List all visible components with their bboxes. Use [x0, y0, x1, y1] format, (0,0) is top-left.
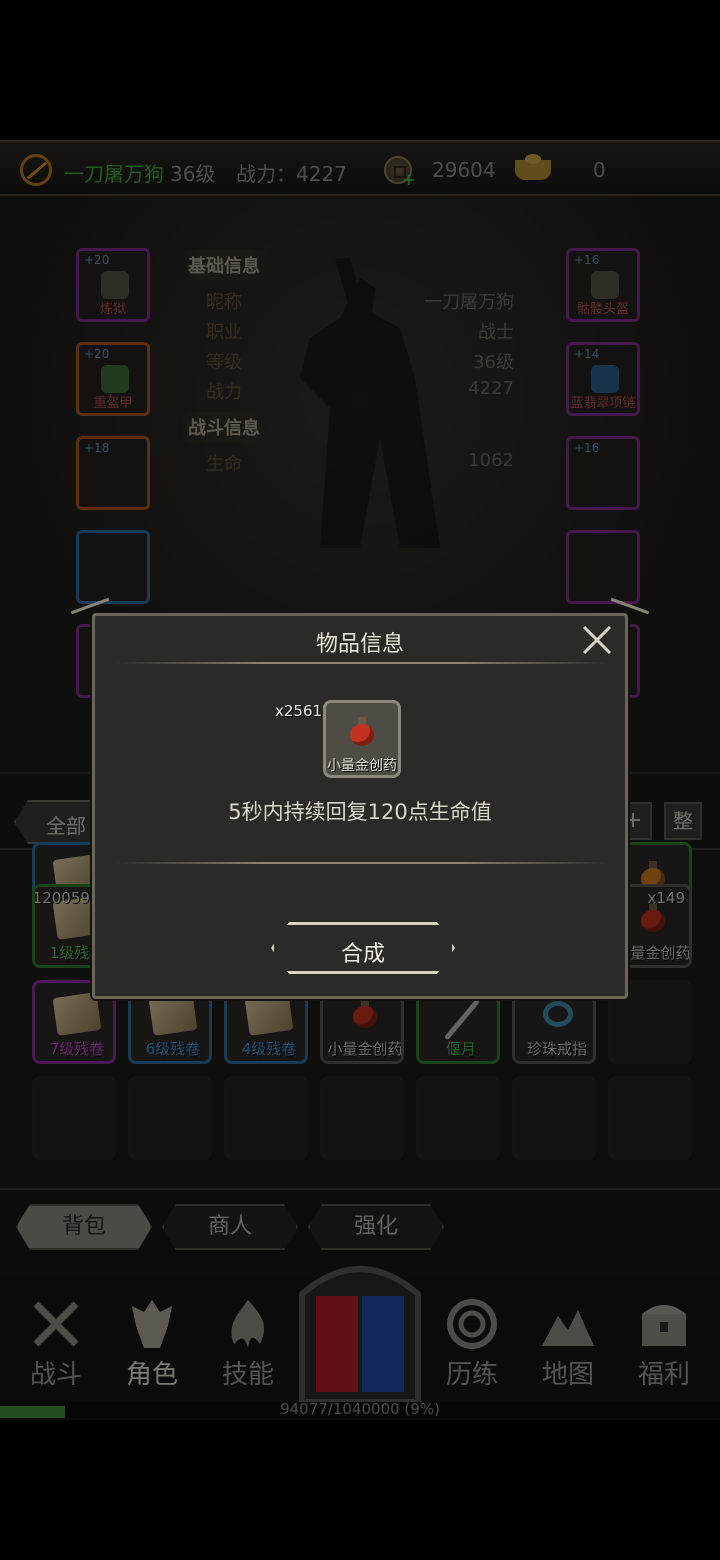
dialog-divider [115, 862, 609, 864]
item-name: 小量金创药 [327, 758, 397, 774]
dialog-title: 物品信息 [315, 632, 404, 657]
item-slot: 小量金创药 [323, 700, 401, 778]
close-icon[interactable] [579, 622, 615, 658]
game-screen: 一刀屠万狗 36级 战力：4227 + 29604 0 +20 炼狱 +20 重… [0, 140, 720, 1420]
craft-button-label: 合成 [340, 942, 385, 967]
potion-icon [350, 717, 374, 747]
dialog-divider [115, 662, 609, 664]
craft-button[interactable]: 合成 [271, 922, 455, 974]
item-description: 5秒内持续回复120点生命值 [228, 800, 492, 824]
item-info-dialog: 物品信息 x256120059261 小量金创药 5秒内持续回复120点生命值 … [70, 597, 650, 999]
